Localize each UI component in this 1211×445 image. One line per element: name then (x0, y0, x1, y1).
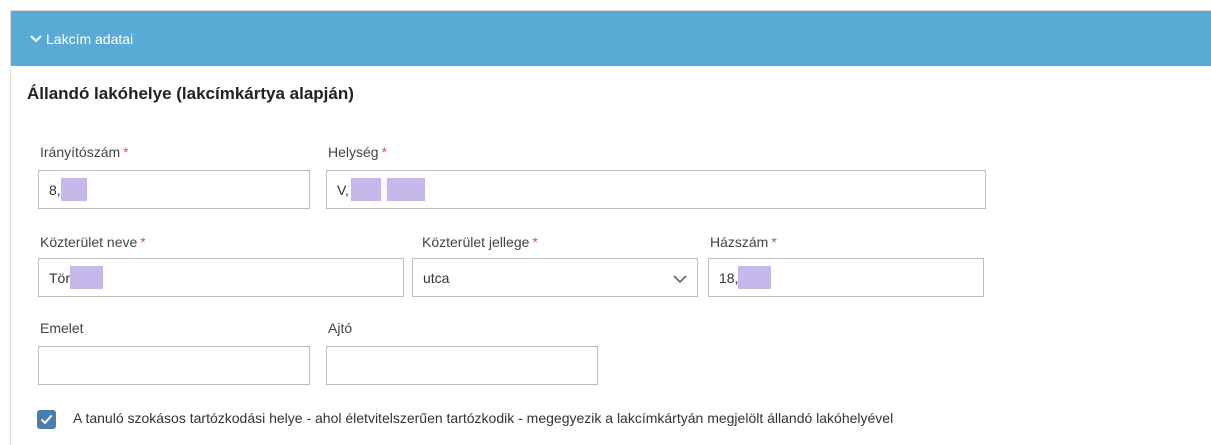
required-mark: * (140, 234, 146, 250)
house-number-label-text: Házszám (710, 234, 769, 250)
zip-value: 8, (49, 181, 61, 198)
panel-header-toggle[interactable]: Lakcím adatai (11, 11, 1211, 66)
street-name-value: Tör (49, 269, 70, 286)
city-label-text: Helység (328, 144, 379, 160)
required-mark: * (771, 234, 777, 250)
zip-label-text: Irányítószám (40, 144, 121, 160)
door-label: Ajtó (328, 320, 353, 336)
required-mark: * (532, 234, 538, 250)
street-type-select[interactable]: utca (412, 258, 698, 297)
house-number-label: Házszám * (710, 234, 777, 250)
door-field[interactable] (326, 346, 598, 385)
house-number-field[interactable]: 18, (708, 258, 984, 297)
house-number-value: 18, (719, 269, 739, 286)
street-type-value: utca (423, 269, 450, 286)
redaction-block (60, 178, 87, 201)
zip-field[interactable]: 8, (38, 170, 310, 209)
floor-label: Emelet (40, 320, 84, 336)
street-type-label-text: Közterület jellege (422, 234, 530, 250)
street-name-label-text: Közterület neve (40, 234, 138, 250)
checkmark-icon (40, 414, 53, 425)
city-label: Helység * (328, 144, 387, 160)
floor-field[interactable] (38, 346, 310, 385)
same-residence-label[interactable]: A tanuló szokásos tartózkodási helye - a… (73, 410, 893, 426)
section-title: Állandó lakóhelye (lakcímkártya alapján) (27, 84, 354, 103)
redaction-block (386, 178, 425, 201)
required-mark: * (123, 144, 129, 160)
panel-header-title: Lakcím adatai (46, 30, 134, 47)
city-value: V, (337, 181, 349, 198)
same-residence-checkbox[interactable] (37, 410, 56, 429)
redaction-block (350, 178, 381, 201)
street-type-label: Közterület jellege * (422, 234, 538, 250)
zip-label: Irányítószám * (40, 144, 129, 160)
street-name-label: Közterület neve * (40, 234, 146, 250)
chevron-down-icon (30, 34, 42, 43)
redaction-block (70, 266, 103, 289)
city-field[interactable]: V, (326, 170, 986, 209)
street-name-field[interactable]: Tör (38, 258, 404, 297)
redaction-block (738, 266, 772, 289)
chevron-down-icon (673, 271, 687, 287)
required-mark: * (381, 144, 388, 160)
